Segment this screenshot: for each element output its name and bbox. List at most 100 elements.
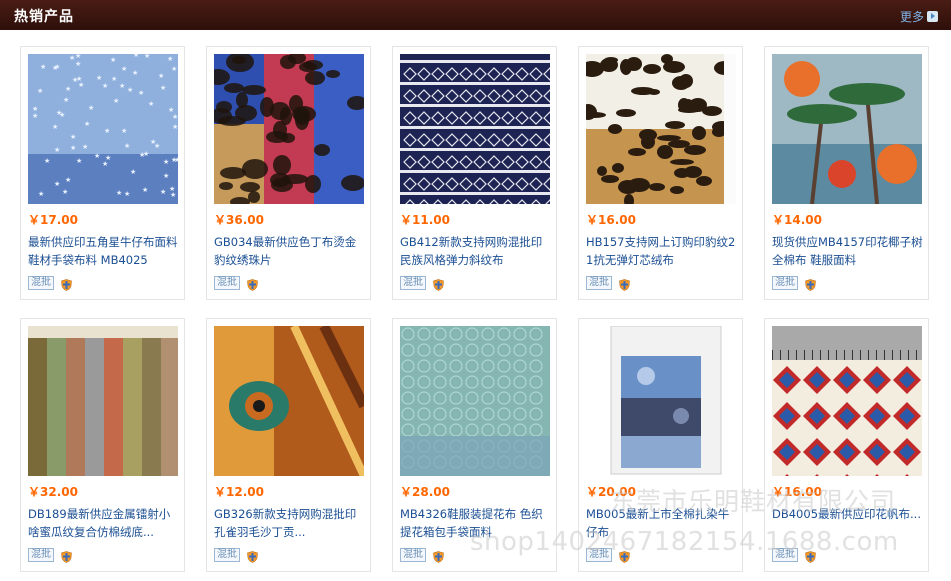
svg-text:★: ★ [63,96,69,104]
svg-text:★: ★ [167,55,173,63]
product-image[interactable] [772,326,922,476]
product-image[interactable] [28,326,178,476]
svg-text:★: ★ [102,160,108,168]
svg-text:★: ★ [82,143,88,151]
product-title-link[interactable]: GB034最新供应色丁布烫金豹纹绣珠片 [214,233,366,269]
svg-text:★: ★ [150,138,156,146]
shield-icon[interactable] [247,548,258,563]
product-price: ￥11.00 [400,213,450,227]
svg-text:★: ★ [38,190,44,198]
more-link-label: 更多 [899,10,924,24]
product-card[interactable]: ￥32.00 DB189最新供应金属镭射小啥蜜瓜纹复合仿棉绒底... 混批 [20,318,185,572]
product-image[interactable] [400,326,550,476]
badge-row: 混批 [586,276,630,291]
shield-icon[interactable] [61,548,72,563]
product-price: ￥16.00 [586,213,636,227]
product-card[interactable]: ￥16.00 HB157支持网上订购印豹纹21抗无弹灯芯绒布 混批 [578,46,743,300]
svg-text:★: ★ [84,120,90,128]
product-price: ￥28.00 [400,485,450,499]
svg-text:★: ★ [72,76,78,84]
badge-row: 混批 [28,276,72,291]
badge-row: 混批 [28,548,72,563]
product-price: ￥20.00 [586,485,636,499]
shield-icon[interactable] [61,276,72,291]
shield-icon[interactable] [433,548,444,563]
mixed-batch-badge[interactable]: 混批 [28,548,54,562]
product-title-link[interactable]: 最新供应印五角星牛仔布面料鞋材手袋布料 MB4025 [28,233,180,269]
section-header: 热销产品 更多 [0,0,951,30]
product-image[interactable] [400,54,550,204]
svg-text:★: ★ [40,63,46,71]
mixed-batch-badge[interactable]: 混批 [400,276,426,290]
product-title-link[interactable]: HB157支持网上订购印豹纹21抗无弹灯芯绒布 [586,233,738,269]
mixed-batch-badge[interactable]: 混批 [214,548,240,562]
svg-text:★: ★ [54,63,60,71]
mixed-batch-badge[interactable]: 混批 [28,276,54,290]
badge-row: 混批 [586,548,630,563]
product-title-link[interactable]: DB189最新供应金属镭射小啥蜜瓜纹复合仿棉绒底... [28,505,180,541]
svg-text:★: ★ [170,191,176,199]
product-card[interactable]: ￥28.00 MB4326鞋服装提花布 色织提花箱包手袋面料 混批 [392,318,557,572]
product-image[interactable] [772,54,922,204]
product-image[interactable] [586,326,736,476]
product-card[interactable]: ￥14.00 现货供应MB4157印花椰子树全棉布 鞋服面料 混批 [764,46,929,300]
mixed-batch-badge[interactable]: 混批 [586,548,612,562]
svg-text:★: ★ [160,188,166,196]
badge-row: 混批 [772,548,816,563]
mixed-batch-badge[interactable]: 混批 [214,276,240,290]
shield-icon[interactable] [619,276,630,291]
product-card[interactable]: ￥16.00 DB4005最新供应印花帆布... 混批 [764,318,929,572]
mixed-batch-badge[interactable]: 混批 [772,276,798,290]
product-title-link[interactable]: GB326新款支持网购混批印孔雀羽毛沙丁贡... [214,505,366,541]
product-price: ￥32.00 [28,485,78,499]
mixed-batch-badge[interactable]: 混批 [772,548,798,562]
svg-text:★: ★ [158,72,164,80]
mixed-batch-badge[interactable]: 混批 [586,276,612,290]
badge-row: 混批 [772,276,816,291]
svg-text:★: ★ [124,142,130,150]
svg-text:★: ★ [172,113,178,121]
badge-row: 混批 [214,276,258,291]
shield-icon[interactable] [433,276,444,291]
svg-text:★: ★ [65,85,71,93]
product-title-link[interactable]: MB005最新上市全棉扎染牛仔布 [586,505,738,541]
svg-text:★: ★ [142,186,148,194]
svg-text:★: ★ [148,100,154,108]
product-image[interactable] [586,54,736,204]
product-title-link[interactable]: 现货供应MB4157印花椰子树全棉布 鞋服面料 [772,233,924,269]
product-card[interactable]: ￥11.00 GB412新款支持网购混批印民族风格弹力斜纹布 混批 [392,46,557,300]
product-card[interactable]: ￥20.00 MB005最新上市全棉扎染牛仔布 混批 [578,318,743,572]
svg-text:★: ★ [54,180,60,188]
more-link[interactable]: 更多 [900,8,938,25]
product-price: ￥12.00 [214,485,264,499]
svg-text:★: ★ [44,157,50,165]
product-image[interactable] [214,54,364,204]
svg-text:★: ★ [111,75,117,83]
svg-text:★: ★ [70,133,76,141]
shield-icon[interactable] [619,548,630,563]
shield-icon[interactable] [247,276,258,291]
svg-text:★: ★ [163,172,169,180]
svg-text:★: ★ [174,156,178,164]
svg-text:★: ★ [52,123,58,131]
product-price: ￥16.00 [772,485,822,499]
svg-text:★: ★ [110,56,116,64]
badge-row: 混批 [214,548,258,563]
svg-text:★: ★ [65,176,71,184]
svg-text:★: ★ [94,152,100,160]
product-card[interactable]: ￥12.00 GB326新款支持网购混批印孔雀羽毛沙丁贡... 混批 [206,318,371,572]
product-card[interactable]: ★ ★ ★ ★ ★ ★ ★ ★ ★ ★ ★ ★ ★ ★ ★ ★ ★ ★ ★ ★ ★ ★ ★ ★ ★ ★ ★ ★ ★ ★ ★ ★ ★ ★ ★ ★ ★ ★ ★ ★… [20,46,185,300]
product-card[interactable]: ￥36.00 GB034最新供应色丁布烫金豹纹绣珠片 混批 [206,46,371,300]
product-title-link[interactable]: MB4326鞋服装提花布 色织提花箱包手袋面料 [400,505,552,541]
product-image[interactable]: ★ ★ ★ ★ ★ ★ ★ ★ ★ ★ ★ ★ ★ ★ ★ ★ ★ ★ ★ ★ ★ ★ ★ ★ ★ ★ ★ ★ ★ ★ ★ ★ ★ ★ ★ ★ ★ ★ ★ ★… [28,54,178,204]
mixed-batch-badge[interactable]: 混批 [400,548,426,562]
shield-icon[interactable] [805,276,816,291]
product-title-link[interactable]: GB412新款支持网购混批印民族风格弹力斜纹布 [400,233,552,269]
product-title-link[interactable]: DB4005最新供应印花帆布... [772,505,924,541]
badge-row: 混批 [400,548,444,563]
shield-icon[interactable] [805,548,816,563]
product-price: ￥36.00 [214,213,264,227]
svg-text:★: ★ [127,86,133,94]
svg-text:★: ★ [32,112,38,120]
product-image[interactable] [214,326,364,476]
